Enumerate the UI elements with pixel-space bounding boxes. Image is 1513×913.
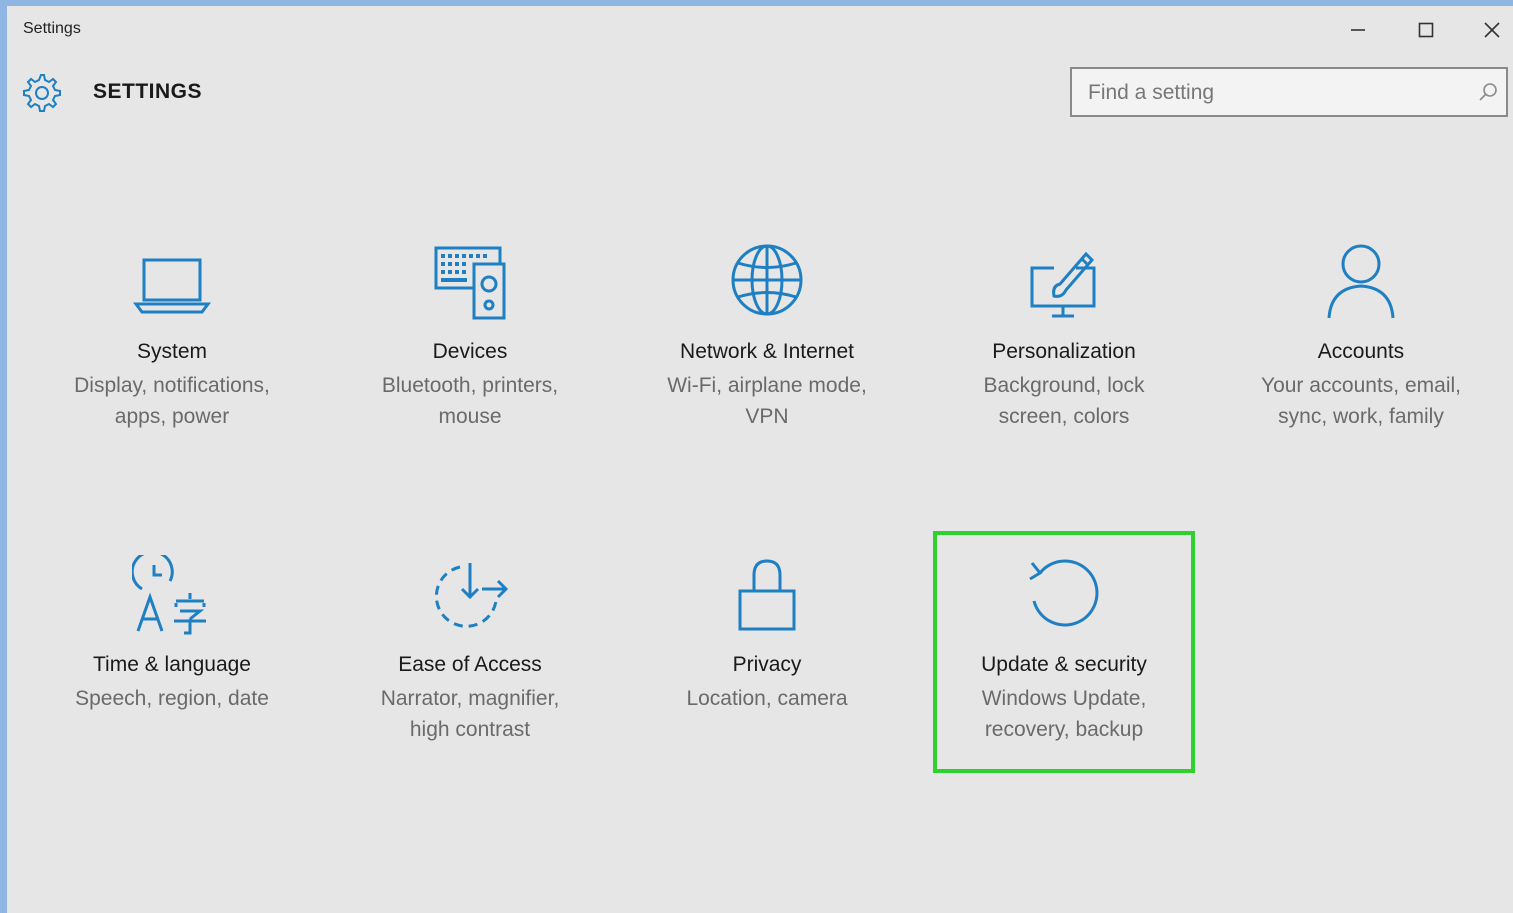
category-name: Personalization [992,340,1136,363]
category-personalization[interactable]: Personalization Background, lock screen, … [937,242,1191,476]
category-description: Your accounts, email, sync, work, family [1260,374,1461,428]
category-name: Privacy [732,653,802,676]
category-network-internet[interactable]: Network & Internet Wi-Fi, airplane mode,… [640,242,894,476]
maximize-icon [1418,22,1434,38]
paintbrush-monitor-icon [1024,242,1104,326]
maximize-button[interactable] [1403,14,1449,46]
category-description: Wi-Fi, airplane mode, VPN [667,374,867,428]
category-ease-of-access[interactable]: Ease of Access Narrator, magnifier, high … [343,555,597,789]
category-description: Narrator, magnifier, high contrast [380,687,560,741]
keyboard-speaker-icon [430,242,510,326]
laptop-icon [132,242,212,326]
category-name: Network & Internet [680,340,854,363]
category-description: Speech, region, date [75,687,269,710]
category-description: Display, notifications, apps, power [74,374,270,428]
close-icon [1484,22,1500,38]
category-description: Bluetooth, printers, mouse [381,374,559,428]
person-icon [1321,242,1401,326]
gear-icon [21,72,61,112]
category-privacy[interactable]: Privacy Location, camera [640,555,894,789]
minimize-button[interactable] [1335,14,1381,46]
category-time-language[interactable]: Time & language Speech, region, date [45,550,299,789]
globe-icon [727,242,807,326]
category-description: Background, lock screen, colors [983,374,1145,428]
clock-language-icon [130,550,212,639]
title-bar[interactable]: Settings [7,6,1513,56]
refresh-icon [1024,555,1104,639]
search-box[interactable] [1070,67,1508,117]
category-description: Windows Update, recovery, backup [981,687,1147,741]
category-accounts[interactable]: Accounts Your accounts, email, sync, work… [1234,242,1488,476]
category-name: Update & security [981,653,1147,676]
search-input[interactable] [1086,78,1470,108]
ease-of-access-icon [430,555,510,639]
search-icon[interactable] [1478,82,1498,106]
category-name: Ease of Access [398,653,542,676]
lock-icon [727,555,807,639]
category-system[interactable]: System Display, notifications, apps, powe… [45,242,299,476]
category-devices[interactable]: Devices Bluetooth, printers, mouse [343,242,597,476]
category-description: Location, camera [686,687,848,710]
window-title: Settings [23,20,81,37]
page-title: SETTINGS [93,80,203,103]
category-name: Accounts [1317,340,1405,363]
category-name: System [136,340,207,363]
settings-window: Settings SETTINGS Find a setting System … [7,6,1513,913]
minimize-icon [1350,22,1366,38]
close-button[interactable] [1469,14,1513,46]
category-name: Time & language [93,653,251,676]
category-update-security[interactable]: Update & security Windows Update, recover… [933,531,1195,773]
category-name: Devices [432,340,508,363]
